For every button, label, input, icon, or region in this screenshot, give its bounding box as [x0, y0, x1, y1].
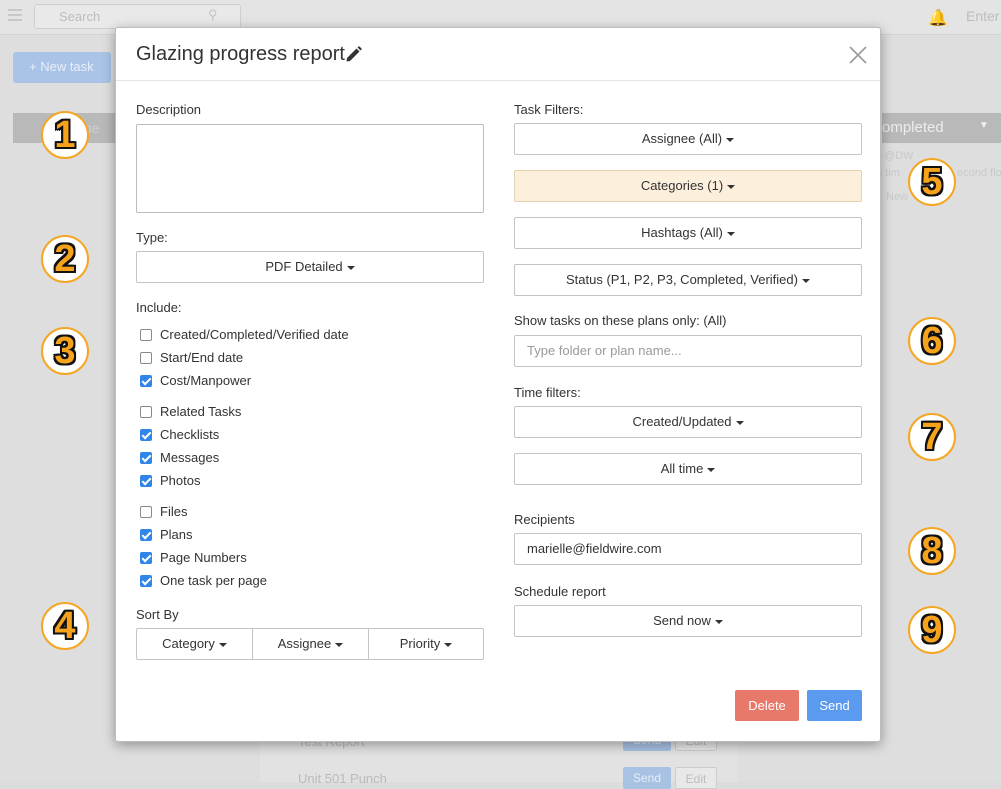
status-filter-label: Status (P1, P2, P3, Completed, Verified)	[566, 272, 798, 287]
sort-by-category-dropdown[interactable]: Category	[136, 628, 253, 660]
assignee-filter-dropdown[interactable]: Assignee (All)	[514, 123, 862, 155]
sort-by-assignee-dropdown[interactable]: Assignee	[252, 628, 369, 660]
type-value: PDF Detailed	[265, 259, 343, 274]
sort-by-priority-label: Priority	[399, 636, 441, 651]
hashtags-filter-dropdown[interactable]: Hashtags (All)	[514, 217, 862, 249]
caret-down-icon	[335, 642, 344, 647]
include-checkbox[interactable]	[140, 506, 152, 518]
report-list-item: Unit 501 Punch	[298, 771, 387, 786]
time-filters-label: Time filters:	[514, 385, 581, 400]
type-label: Type:	[136, 230, 168, 245]
dialog-title: Glazing progress report	[136, 43, 345, 65]
caret-down-icon	[727, 184, 736, 189]
send-button[interactable]: Send	[807, 690, 862, 721]
background-snippet: econd flo	[957, 167, 1001, 179]
assignee-filter-label: Assignee (All)	[641, 131, 723, 146]
categories-filter-label: Categories (1)	[640, 178, 724, 193]
include-checkbox[interactable]	[140, 575, 152, 587]
time-filter-type-label: Created/Updated	[632, 414, 732, 429]
sort-by-category-label: Category	[162, 636, 215, 651]
annotation-marker-4: 4	[41, 602, 89, 650]
description-textarea[interactable]	[136, 124, 484, 213]
include-option-label: Start/End date	[160, 350, 244, 365]
new-task-button: + New task	[13, 52, 111, 83]
include-checkbox[interactable]	[140, 406, 152, 418]
include-checkbox[interactable]	[140, 452, 152, 464]
hashtags-filter-label: Hashtags (All)	[641, 225, 723, 240]
delete-button[interactable]: Delete	[735, 690, 799, 721]
description-label: Description	[136, 102, 202, 117]
caret-down-icon	[726, 231, 735, 236]
sort-by-priority-dropdown[interactable]: Priority	[368, 628, 484, 660]
include-option-label: Photos	[160, 473, 201, 488]
task-filters-label: Task Filters:	[514, 102, 584, 117]
include-checkbox[interactable]	[140, 429, 152, 441]
include-option-label: Checklists	[160, 427, 220, 442]
include-option-label: Created/Completed/Verified date	[160, 327, 349, 342]
schedule-report-dropdown[interactable]: Send now	[514, 605, 862, 637]
include-option-label: Files	[160, 504, 188, 519]
plans-filter-label: Show tasks on these plans only: (All)	[514, 313, 727, 328]
report-settings-dialog: Glazing progress report Description Type…	[115, 27, 881, 742]
include-checkbox[interactable]	[140, 529, 152, 541]
caret-down-icon	[801, 278, 810, 283]
report-edit-button: Edit	[675, 767, 717, 789]
status-filter-dropdown[interactable]: Status (P1, P2, P3, Completed, Verified)	[514, 264, 862, 296]
include-option-label: Cost/Manpower	[160, 373, 252, 388]
annotation-marker-2: 2	[41, 235, 89, 283]
caret-down-icon	[726, 137, 735, 142]
caret-down-icon	[714, 619, 723, 624]
search-icon: ⚲	[208, 7, 218, 22]
caret-down-icon	[735, 420, 744, 425]
background-snippet: @DW	[884, 150, 914, 162]
caret-down-icon	[707, 467, 716, 472]
include-option-label: Plans	[160, 527, 193, 542]
include-checkbox[interactable]	[140, 375, 152, 387]
recipients-input[interactable]: marielle@fieldwire.com	[514, 533, 862, 565]
schedule-report-label: Schedule report	[514, 584, 606, 599]
include-checkbox[interactable]	[140, 475, 152, 487]
sort-by-assignee-label: Assignee	[277, 636, 332, 651]
categories-filter-dropdown[interactable]: Categories (1)	[514, 170, 862, 202]
include-checkbox[interactable]	[140, 329, 152, 341]
schedule-report-value: Send now	[653, 613, 711, 628]
background-snippet: New	[886, 191, 909, 203]
include-checkbox[interactable]	[140, 552, 152, 564]
time-filter-range-dropdown[interactable]: All time	[514, 453, 862, 485]
pencil-icon[interactable]	[345, 46, 362, 63]
plans-filter-input[interactable]: Type folder or plan name...	[514, 335, 862, 367]
include-option-label: Page Numbers	[160, 550, 247, 565]
caret-down-icon	[346, 265, 355, 270]
hamburger-menu-icon	[8, 9, 22, 21]
include-label: Include:	[136, 300, 182, 315]
bell-icon: 🔔	[928, 10, 948, 27]
type-dropdown[interactable]: PDF Detailed	[136, 251, 484, 283]
dialog-header: Glazing progress report	[116, 28, 880, 81]
sort-by-label: Sort By	[136, 607, 179, 622]
user-menu: Enter	[966, 8, 1000, 24]
chevron-down-icon: ▼	[979, 120, 989, 131]
annotation-marker-3: 3	[41, 327, 89, 375]
annotation-marker-8: 8	[908, 527, 956, 575]
include-option-label: One task per page	[160, 573, 267, 588]
annotation-marker-9: 9	[908, 606, 956, 654]
recipients-label: Recipients	[514, 512, 575, 527]
annotation-marker-7: 7	[908, 413, 956, 461]
time-filter-range-label: All time	[660, 461, 704, 476]
include-option-label: Messages	[160, 450, 220, 465]
close-icon[interactable]	[849, 46, 867, 64]
include-option-label: Related Tasks	[160, 404, 242, 419]
caret-down-icon	[218, 642, 227, 647]
include-checkbox[interactable]	[140, 352, 152, 364]
annotation-marker-6: 6	[908, 317, 956, 365]
caret-down-icon	[444, 642, 453, 647]
annotation-marker-1: 1	[41, 111, 89, 159]
report-send-button: Send	[623, 767, 671, 789]
annotation-marker-5: 5	[908, 158, 956, 206]
time-filter-type-dropdown[interactable]: Created/Updated	[514, 406, 862, 438]
